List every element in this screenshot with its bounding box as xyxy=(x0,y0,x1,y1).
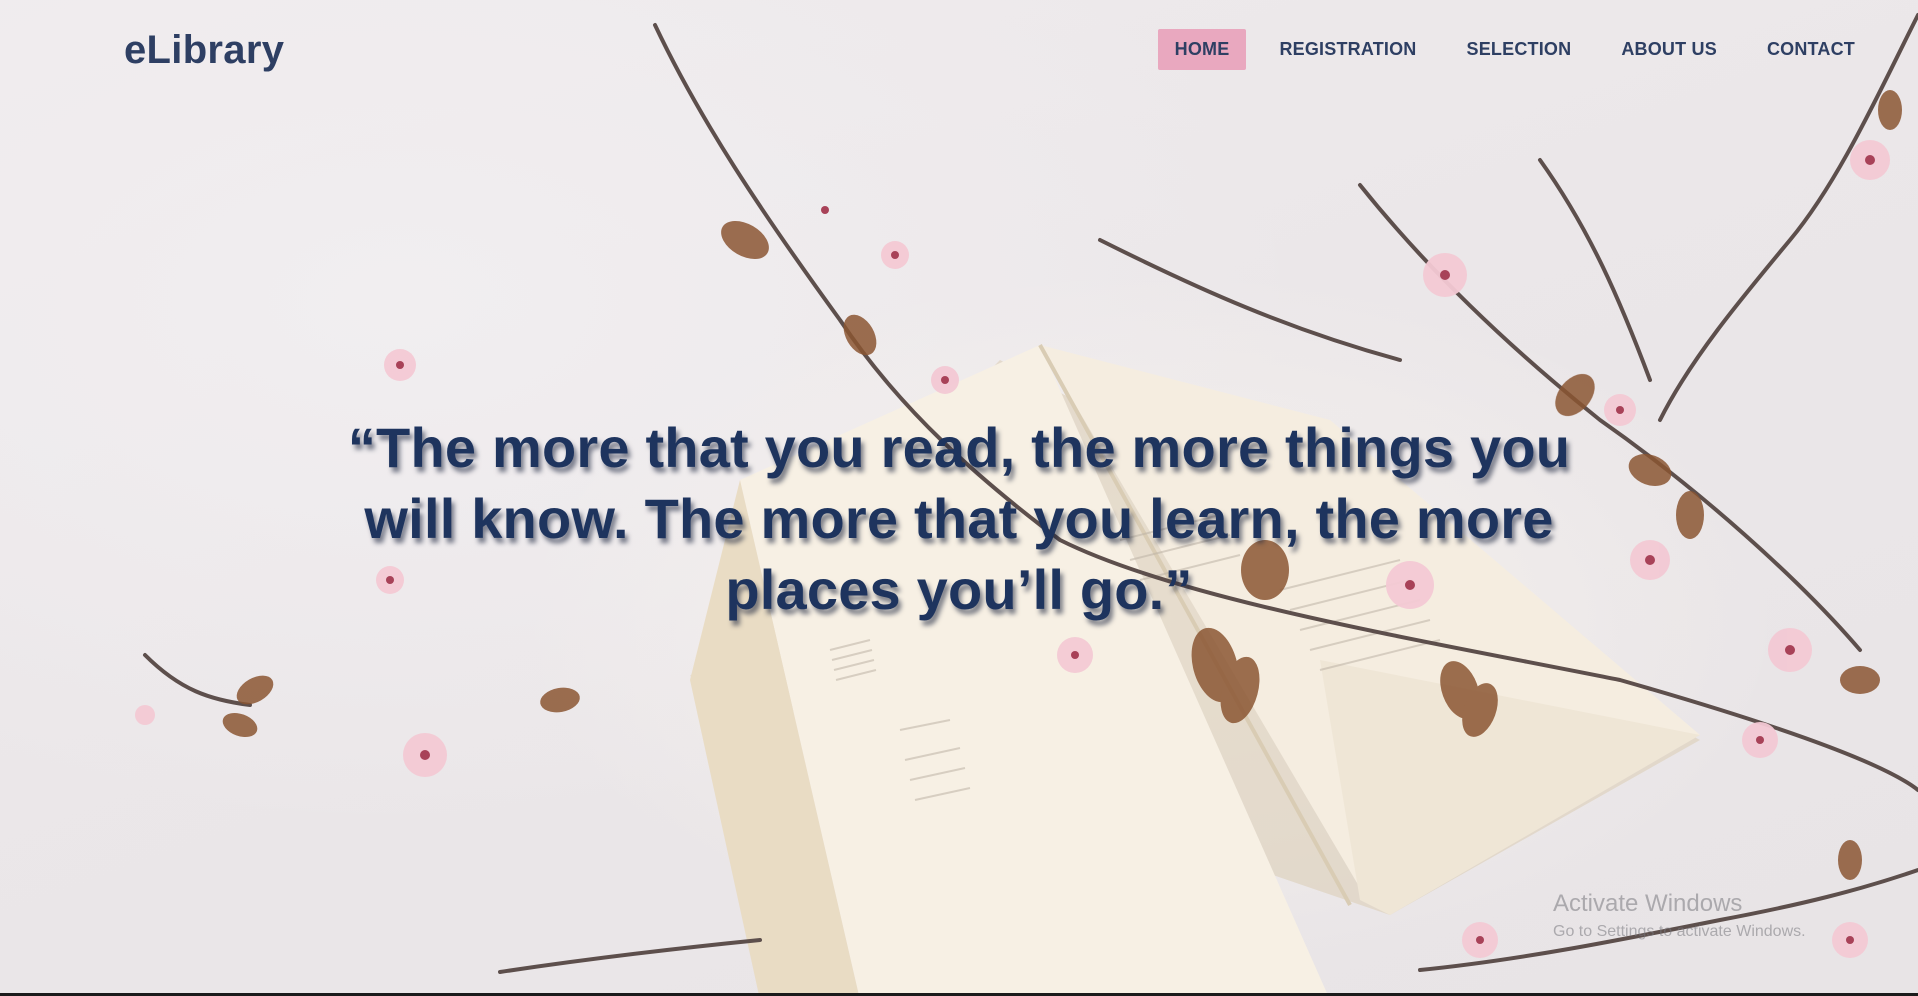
nav-contact[interactable]: CONTACT xyxy=(1750,29,1872,70)
nav-selection[interactable]: SELECTION xyxy=(1450,29,1589,70)
watermark-title: Activate Windows xyxy=(1553,890,1743,917)
site-logo[interactable]: eLibrary xyxy=(124,28,284,73)
main-nav: HOME REGISTRATION SELECTION ABOUT US CON… xyxy=(1142,29,1872,70)
nav-about-us[interactable]: ABOUT US xyxy=(1604,29,1734,70)
watermark-subtitle: Go to Settings to activate Windows. xyxy=(1553,923,1806,940)
nav-registration[interactable]: REGISTRATION xyxy=(1262,29,1433,70)
activate-windows-watermark: Activate Windows Go to Settings to activ… xyxy=(1553,889,1806,943)
top-navbar: eLibrary HOME REGISTRATION SELECTION ABO… xyxy=(0,0,1918,100)
hero-quote: “The more that you read, the more things… xyxy=(347,416,1571,621)
nav-home[interactable]: HOME xyxy=(1157,29,1247,70)
